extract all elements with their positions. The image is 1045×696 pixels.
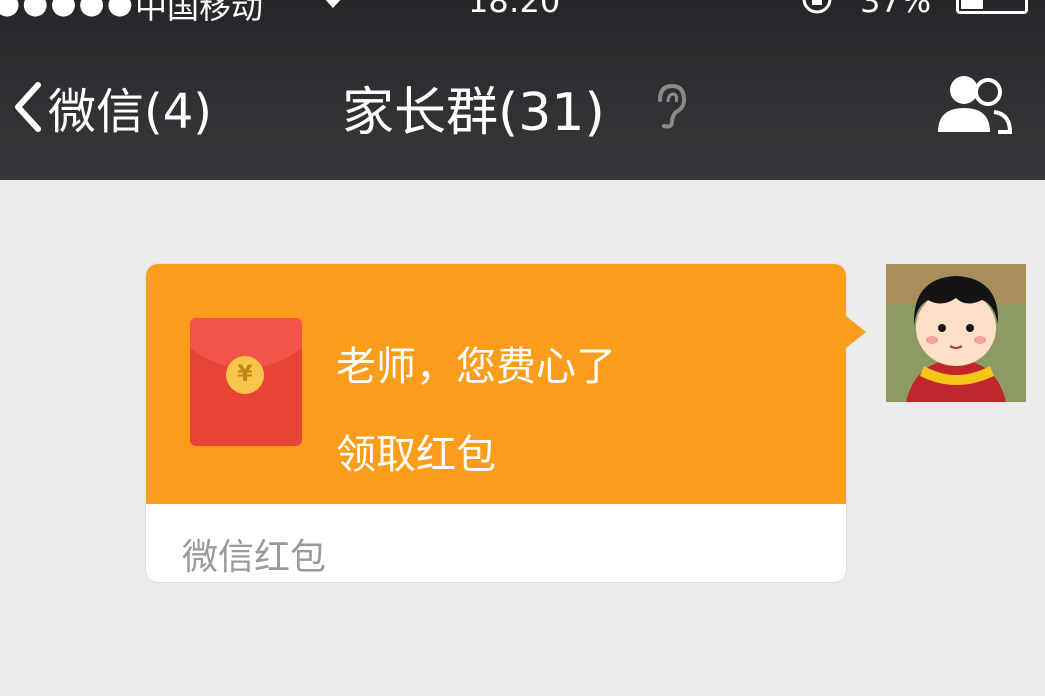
back-button[interactable]: 微信(4) (12, 72, 212, 142)
bubble-tail (846, 316, 866, 348)
open-red-packet-label: 领取红包 (336, 432, 496, 478)
clock: 18:20 (468, 0, 561, 20)
top-bar: ●●●●● 中国移动 18:20 37% 微信(4) 家长群(31) (0, 0, 1045, 180)
group-members-icon[interactable] (934, 72, 1014, 142)
carrier-name: 中国移动 (135, 0, 264, 26)
status-bar: ●●●●● 中国移动 18:20 37% (0, 0, 1045, 26)
battery-level (961, 0, 983, 9)
coin-icon: ¥ (226, 356, 264, 394)
rotation-lock-icon (800, 0, 834, 24)
chat-title: 家长群(31) (342, 82, 605, 143)
avatar[interactable] (886, 264, 1026, 402)
red-packet-message[interactable]: ¥ 老师，您费心了 领取红包 微信红包 (146, 264, 866, 582)
battery-percent: 37% (860, 0, 932, 20)
back-label: 微信(4) (48, 84, 212, 140)
earpiece-icon (652, 82, 688, 134)
red-envelope-icon: ¥ (190, 318, 302, 446)
red-packet-greeting: 老师，您费心了 (336, 344, 616, 390)
wifi-icon (318, 0, 348, 20)
back-chevron-icon (15, 82, 41, 132)
battery-icon (956, 0, 1028, 14)
red-packet-footer: 微信红包 (182, 537, 327, 578)
signal-strength: ●●●●● (0, 0, 135, 21)
